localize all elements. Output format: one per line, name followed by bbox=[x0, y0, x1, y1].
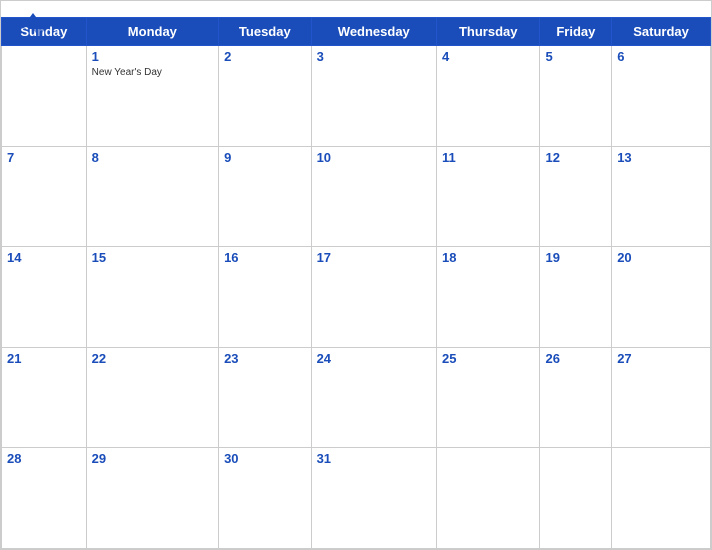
date-number: 10 bbox=[317, 150, 431, 165]
date-number: 12 bbox=[545, 150, 606, 165]
date-number: 16 bbox=[224, 250, 306, 265]
week-row-4: 21 22 23 24 25 26 27 bbox=[2, 347, 711, 448]
date-number: 20 bbox=[617, 250, 705, 265]
date-number: 23 bbox=[224, 351, 306, 366]
calendar-cell: 25 bbox=[437, 347, 540, 448]
calendar-cell: 22 bbox=[86, 347, 218, 448]
date-number: 17 bbox=[317, 250, 431, 265]
holiday-label: New Year's Day bbox=[92, 66, 213, 79]
calendar-cell bbox=[437, 448, 540, 549]
calendar-cell: 30 bbox=[219, 448, 312, 549]
date-number: 7 bbox=[7, 150, 81, 165]
calendar-cell: 28 bbox=[2, 448, 87, 549]
date-number: 14 bbox=[7, 250, 81, 265]
calendar-cell: 7 bbox=[2, 146, 87, 247]
calendar-cell: 9 bbox=[219, 146, 312, 247]
day-header-monday: Monday bbox=[86, 18, 218, 46]
date-number: 22 bbox=[92, 351, 213, 366]
logo bbox=[17, 9, 53, 46]
calendar-cell: 23 bbox=[219, 347, 312, 448]
date-number: 28 bbox=[7, 451, 81, 466]
calendar-cell: 1 New Year's Day bbox=[86, 46, 218, 147]
calendar-cell: 3 bbox=[311, 46, 436, 147]
day-header-row: SundayMondayTuesdayWednesdayThursdayFrid… bbox=[2, 18, 711, 46]
date-number: 2 bbox=[224, 49, 306, 64]
date-number: 4 bbox=[442, 49, 534, 64]
calendar-table: SundayMondayTuesdayWednesdayThursdayFrid… bbox=[1, 17, 711, 549]
date-number: 27 bbox=[617, 351, 705, 366]
calendar-cell: 5 bbox=[540, 46, 612, 147]
calendar-header bbox=[1, 1, 711, 17]
calendar-cell: 17 bbox=[311, 247, 436, 348]
date-number: 1 bbox=[92, 49, 213, 64]
week-row-2: 789 10 11 12 13 bbox=[2, 146, 711, 247]
calendar-cell: 11 bbox=[437, 146, 540, 247]
date-number: 9 bbox=[224, 150, 306, 165]
day-header-wednesday: Wednesday bbox=[311, 18, 436, 46]
calendar-cell: 8 bbox=[86, 146, 218, 247]
date-number: 3 bbox=[317, 49, 431, 64]
calendar-cell bbox=[612, 448, 711, 549]
date-number: 21 bbox=[7, 351, 81, 366]
day-header-saturday: Saturday bbox=[612, 18, 711, 46]
date-number: 25 bbox=[442, 351, 534, 366]
date-number: 18 bbox=[442, 250, 534, 265]
date-number: 11 bbox=[442, 150, 534, 165]
day-header-friday: Friday bbox=[540, 18, 612, 46]
date-number: 8 bbox=[92, 150, 213, 165]
calendar-cell: 19 bbox=[540, 247, 612, 348]
calendar-cell: 12 bbox=[540, 146, 612, 247]
calendar-cell: 16 bbox=[219, 247, 312, 348]
date-number: 6 bbox=[617, 49, 705, 64]
calendar-cell: 24 bbox=[311, 347, 436, 448]
date-number: 15 bbox=[92, 250, 213, 265]
calendar-cell: 6 bbox=[612, 46, 711, 147]
date-number: 31 bbox=[317, 451, 431, 466]
calendar-cell: 31 bbox=[311, 448, 436, 549]
day-header-tuesday: Tuesday bbox=[219, 18, 312, 46]
day-header-thursday: Thursday bbox=[437, 18, 540, 46]
calendar-cell: 21 bbox=[2, 347, 87, 448]
week-row-3: 14 15 16 17 18 19 20 bbox=[2, 247, 711, 348]
calendar-cell: 10 bbox=[311, 146, 436, 247]
calendar-cell: 13 bbox=[612, 146, 711, 247]
calendar-cell: 20 bbox=[612, 247, 711, 348]
logo-icon bbox=[17, 9, 49, 41]
calendar-cell: 14 bbox=[2, 247, 87, 348]
calendar-cell: 29 bbox=[86, 448, 218, 549]
calendar-cell: 27 bbox=[612, 347, 711, 448]
week-row-1: 1 New Year's Day 23456 bbox=[2, 46, 711, 147]
calendar-body: 1New Year's Day2345678910111213141516171… bbox=[2, 46, 711, 549]
date-number: 29 bbox=[92, 451, 213, 466]
calendar-cell: 2 bbox=[219, 46, 312, 147]
date-number: 24 bbox=[317, 351, 431, 366]
calendar-cell: 4 bbox=[437, 46, 540, 147]
calendar-cell bbox=[540, 448, 612, 549]
date-number: 13 bbox=[617, 150, 705, 165]
calendar-cell: 26 bbox=[540, 347, 612, 448]
calendar-wrapper: SundayMondayTuesdayWednesdayThursdayFrid… bbox=[0, 0, 712, 550]
calendar-cell bbox=[2, 46, 87, 147]
calendar-cell: 18 bbox=[437, 247, 540, 348]
date-number: 30 bbox=[224, 451, 306, 466]
date-number: 26 bbox=[545, 351, 606, 366]
date-number: 19 bbox=[545, 250, 606, 265]
date-number: 5 bbox=[545, 49, 606, 64]
calendar-cell: 15 bbox=[86, 247, 218, 348]
week-row-5: 28 29 30 31 bbox=[2, 448, 711, 549]
